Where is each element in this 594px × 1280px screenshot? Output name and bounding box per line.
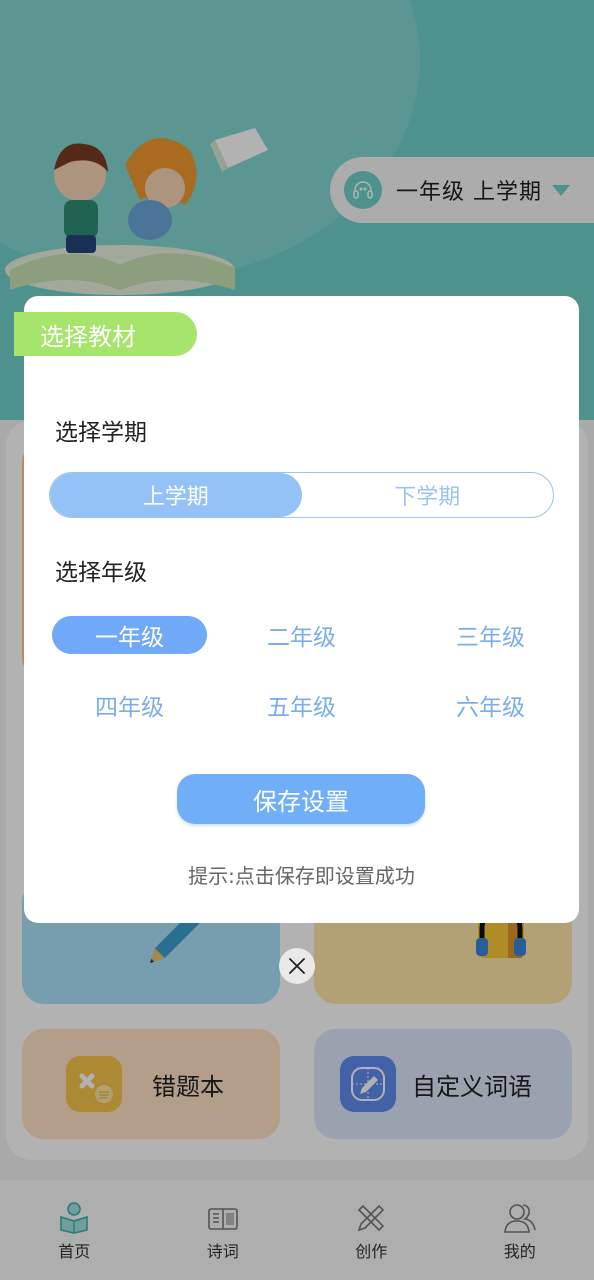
save-settings-button[interactable]: 保存设置 xyxy=(177,774,425,824)
grade-options-grid: 一年级 二年级 三年级 四年级 五年级 六年级 xyxy=(52,616,552,724)
term-toggle: 上学期 下学期 xyxy=(49,472,554,518)
close-dialog-button[interactable] xyxy=(279,948,315,984)
select-textbook-dialog: 选择教材 选择学期 上学期 下学期 选择年级 一年级 二年级 三年级 四年级 五… xyxy=(14,296,579,923)
grade-option-5[interactable]: 五年级 xyxy=(224,686,379,724)
close-icon xyxy=(289,958,305,974)
save-hint-text: 提示:点击保存即设置成功 xyxy=(188,864,415,888)
grade-option-4[interactable]: 四年级 xyxy=(52,686,207,724)
grade-option-3[interactable]: 三年级 xyxy=(413,616,568,654)
dialog-title-tag: 选择教材 xyxy=(14,312,197,356)
term-option-first[interactable]: 上学期 xyxy=(50,473,302,517)
term-option-second[interactable]: 下学期 xyxy=(302,473,554,517)
grade-option-2[interactable]: 二年级 xyxy=(224,616,379,654)
term-section-title: 选择学期 xyxy=(55,420,147,446)
grade-option-1[interactable]: 一年级 xyxy=(52,616,207,654)
grade-option-6[interactable]: 六年级 xyxy=(413,686,568,724)
grade-section-title: 选择年级 xyxy=(55,560,147,586)
